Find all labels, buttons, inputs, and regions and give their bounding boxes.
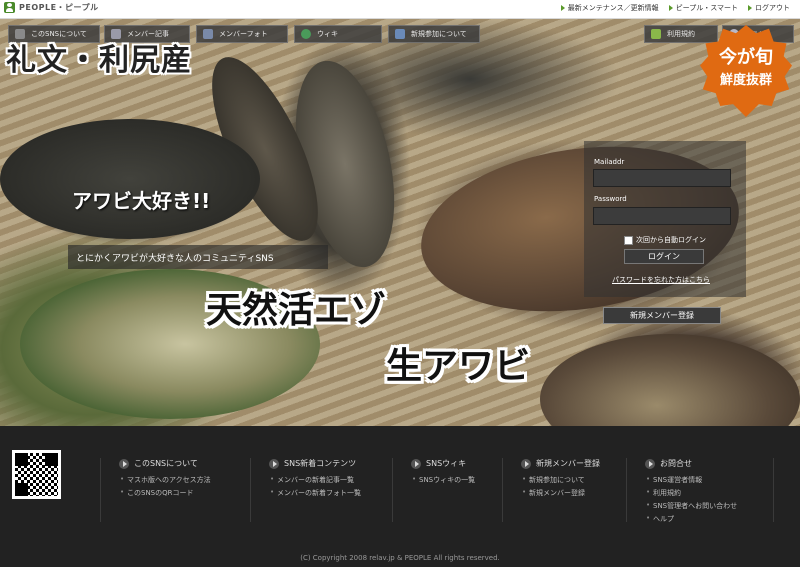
- footer-column-new-contents-title[interactable]: SNS新着コンテンツ: [269, 458, 400, 469]
- nav-tab-terms-label: 利用規約: [667, 30, 695, 38]
- pencil-icon: [651, 29, 661, 39]
- fresh-badge-line1: 今が旬: [719, 47, 773, 68]
- footer: このSNSについて マスホ版へのアクセス方法 このSNSのQRコード SNS新着…: [0, 426, 800, 567]
- footer-link[interactable]: 利用規約: [646, 488, 773, 498]
- arrow-icon: [668, 5, 673, 11]
- abalone-shell-image: [540, 334, 800, 426]
- footer-link[interactable]: メンバーの新着フォト一覧: [270, 488, 400, 498]
- footer-column-wiki-title-label: SNSウィキ: [426, 459, 467, 468]
- nav-tab-join-label: 新規参加について: [411, 30, 467, 38]
- footer-link[interactable]: SNS運営者情報: [646, 475, 773, 485]
- site-logo[interactable]: PEOPLE・ピープル: [4, 2, 99, 13]
- abalone-shell-image: [0, 119, 260, 239]
- play-circle-icon: [521, 458, 531, 469]
- nav-tab-wiki-label: ウィキ: [317, 30, 338, 38]
- maintenance-link[interactable]: 最新メンテナンス／更新情報: [560, 3, 659, 13]
- qr-code: [12, 450, 61, 499]
- footer-column-register-title[interactable]: 新規メンバー登録: [521, 458, 626, 469]
- footer-column-contact-title-label: お問合せ: [660, 459, 692, 468]
- play-circle-icon: [269, 458, 279, 469]
- play-circle-icon: [411, 458, 421, 469]
- photo-icon: [203, 29, 213, 39]
- register-button[interactable]: 新規メンバー登録: [603, 307, 721, 324]
- mail-input[interactable]: [593, 169, 731, 187]
- qr-code-image: [15, 453, 58, 496]
- footer-column-about-title-label: このSNSについて: [134, 459, 198, 468]
- footer-column-new-contents: SNS新着コンテンツ メンバーの新着記事一覧 メンバーの新着フォト一覧: [250, 458, 400, 522]
- users-icon: [395, 29, 405, 39]
- login-button[interactable]: ログイン: [624, 249, 704, 264]
- nav-tab-join[interactable]: 新規参加について: [388, 25, 480, 43]
- footer-column-contact: お問合せ SNS運営者情報 利用規約 SNS管理者へお問い合わせ ヘルプ: [626, 458, 774, 524]
- footer-column-register: 新規メンバー登録 新規参加について 新規メンバー登録: [502, 458, 626, 522]
- password-input[interactable]: [593, 207, 731, 225]
- footer-column-wiki-title[interactable]: SNSウィキ: [411, 458, 502, 469]
- logout-link[interactable]: ログアウト: [748, 3, 790, 13]
- community-title: アワビ大好き!!: [72, 189, 211, 213]
- person-icon: [4, 2, 15, 13]
- nav-tab-terms[interactable]: 利用規約: [644, 25, 718, 43]
- copyright-text: (C) Copyright 2008 relav.jp & PEOPLE All…: [300, 554, 500, 562]
- maintenance-link-label: 最新メンテナンス／更新情報: [567, 4, 659, 12]
- footer-link[interactable]: 新規参加について: [522, 475, 626, 485]
- people-smart-link[interactable]: ピープル・スマート: [668, 3, 738, 13]
- play-circle-icon: [119, 458, 129, 469]
- forgot-password-link[interactable]: パスワードを忘れた方はこちら: [612, 275, 710, 285]
- hero-headline-wild: 天然活エゾ: [206, 290, 387, 331]
- globe-icon: [301, 29, 311, 39]
- hero-banner: このSNSについて メンバー記事 メンバーフォト ウィキ 新規参加について 利用…: [0, 19, 800, 426]
- nav-tab-member-photos[interactable]: メンバーフォト: [196, 25, 288, 43]
- brand-title: 礼文・利尻産: [6, 43, 192, 78]
- footer-column-about-title[interactable]: このSNSについて: [119, 458, 250, 469]
- top-bar: PEOPLE・ピープル 最新メンテナンス／更新情報 ピープル・スマート ログアウ…: [0, 0, 800, 19]
- logout-link-label: ログアウト: [755, 4, 790, 12]
- footer-column-new-contents-title-label: SNS新着コンテンツ: [284, 459, 357, 468]
- auto-login-checkbox[interactable]: 次回から自動ログイン: [624, 235, 706, 245]
- password-label: Password: [594, 195, 627, 203]
- footer-link[interactable]: 新規メンバー登録: [522, 488, 626, 498]
- footer-link[interactable]: メンバーの新着記事一覧: [270, 475, 400, 485]
- play-circle-icon: [645, 458, 655, 469]
- checkbox-icon: [624, 235, 633, 245]
- footer-column-wiki: SNSウィキ SNSウィキの一覧: [392, 458, 502, 522]
- footer-column-contact-title[interactable]: お問合せ: [645, 458, 773, 469]
- footer-link[interactable]: このSNSのQRコード: [120, 488, 250, 498]
- hero-headline-raw: 生アワビ: [386, 346, 531, 387]
- auto-login-label: 次回から自動ログイン: [636, 236, 706, 244]
- mail-label: Mailaddr: [594, 158, 625, 166]
- footer-column-register-title-label: 新規メンバー登録: [536, 459, 600, 468]
- nav-tab-wiki[interactable]: ウィキ: [294, 25, 382, 43]
- site-logo-text: PEOPLE・ピープル: [19, 3, 99, 12]
- community-description: とにかくアワビが大好きな人のコミュニティSNS: [68, 245, 328, 269]
- people-smart-link-label: ピープル・スマート: [675, 4, 738, 12]
- arrow-icon: [560, 5, 565, 11]
- footer-link[interactable]: SNSウィキの一覧: [412, 475, 502, 485]
- fresh-badge-line2: 鮮度抜群: [719, 73, 772, 88]
- top-links: 最新メンテナンス／更新情報 ピープル・スマート ログアウト: [560, 3, 790, 13]
- arrow-icon: [748, 5, 752, 11]
- footer-link[interactable]: ヘルプ: [646, 514, 773, 524]
- footer-column-about: このSNSについて マスホ版へのアクセス方法 このSNSのQRコード: [100, 458, 250, 522]
- footer-link[interactable]: マスホ版へのアクセス方法: [120, 475, 250, 485]
- footer-link[interactable]: SNS管理者へお問い合わせ: [646, 501, 773, 511]
- nav-tab-member-photos-label: メンバーフォト: [219, 30, 268, 38]
